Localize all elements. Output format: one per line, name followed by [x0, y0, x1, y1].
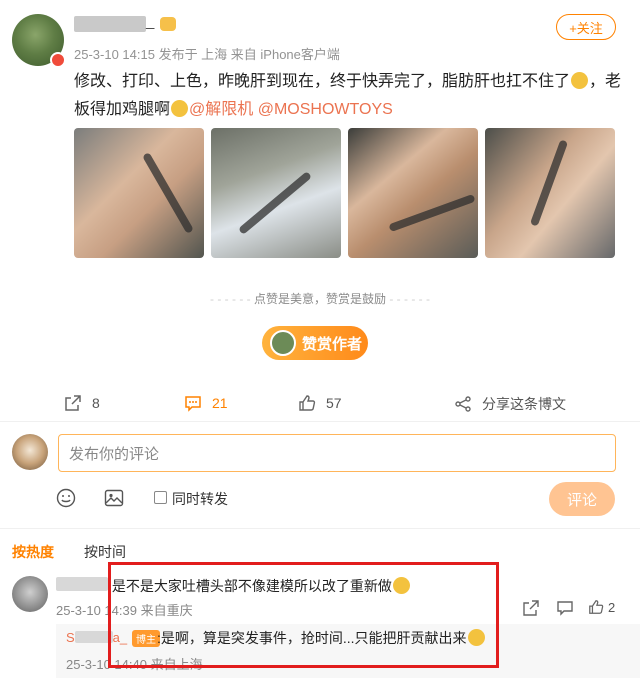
divider: [0, 421, 640, 422]
commenter-name-redacted[interactable]: [56, 577, 108, 591]
thumbs-up-icon: [299, 395, 316, 411]
repost-checkbox[interactable]: [154, 491, 167, 504]
post-photo[interactable]: [74, 128, 204, 258]
repost-action[interactable]: 8: [64, 394, 100, 412]
like-action[interactable]: 57: [298, 394, 342, 412]
like-count: 57: [326, 395, 342, 411]
submit-comment-button[interactable]: 评论: [549, 482, 615, 516]
tab-sort-hot[interactable]: 按热度: [12, 542, 54, 562]
comment-action[interactable]: 21: [184, 394, 228, 412]
highlight-box: [108, 562, 499, 668]
author-name-redacted[interactable]: [74, 16, 146, 32]
author-name-tail[interactable]: _: [146, 13, 154, 30]
image-upload-icon[interactable]: [104, 489, 124, 507]
comment-reply-icon[interactable]: [556, 600, 574, 616]
post-text: 修改、打印、上色，昨晚肝到现在，终于快弄完了，脂肪肝也扛不住了 ，老板得加鸡腿啊 @…: [74, 68, 624, 124]
post-photo[interactable]: [211, 128, 341, 258]
crying-laugh-emoji-icon: [571, 72, 589, 89]
reward-author-button[interactable]: 赞赏作者: [262, 326, 368, 360]
verified-badge-icon: [50, 52, 66, 68]
share-label: 分享这条博文: [482, 396, 566, 412]
reward-button-label: 赞赏作者: [302, 335, 363, 353]
post-photo[interactable]: [485, 128, 615, 258]
post-meta: 25-3-10 14:15 发布于 上海 来自 iPhone客户端: [74, 47, 340, 62]
my-avatar[interactable]: [12, 434, 48, 470]
repost-icon: [65, 395, 81, 411]
vip-icon: [160, 17, 176, 31]
author-avatar[interactable]: [12, 14, 66, 68]
comment-icon: [185, 396, 201, 412]
share-icon: [455, 396, 471, 412]
comment-like-icon[interactable]: [588, 599, 604, 615]
commenter-avatar[interactable]: [12, 576, 48, 612]
comment-like-count: 2: [608, 600, 616, 615]
comment-input[interactable]: 发布你的评论: [58, 434, 616, 472]
divider: [0, 528, 640, 529]
author-mini-avatar: [270, 330, 296, 356]
reply-author-name-redacted: [74, 631, 113, 643]
reply-author-name-prefix: S: [66, 630, 75, 645]
post-photo[interactable]: [348, 128, 478, 258]
tab-sort-time[interactable]: 按时间: [84, 542, 126, 562]
reward-hint-text: 点赞是美意，赞赏是鼓励: [253, 292, 386, 306]
emoji-picker-icon[interactable]: [56, 488, 76, 508]
post-text-body: 修改、打印、上色，昨晚肝到现在，终于快弄完了，脂肪肝也扛不住了: [74, 73, 571, 90]
follow-button[interactable]: +关注: [556, 14, 616, 40]
mention-link[interactable]: @解限机: [189, 101, 253, 118]
reward-hint: - - - - - - 点赞是美意，赞赏是鼓励 - - - - - -: [210, 292, 430, 306]
comment-repost-icon[interactable]: [522, 600, 540, 616]
repost-checkbox-label[interactable]: 同时转发: [172, 489, 228, 509]
smile-emoji-icon: [171, 100, 189, 117]
repost-count: 8: [92, 395, 100, 411]
share-action[interactable]: 分享这条博文: [454, 394, 566, 414]
mention-link[interactable]: @MOSHOWTOYS: [258, 101, 393, 118]
comment-count: 21: [212, 395, 228, 411]
